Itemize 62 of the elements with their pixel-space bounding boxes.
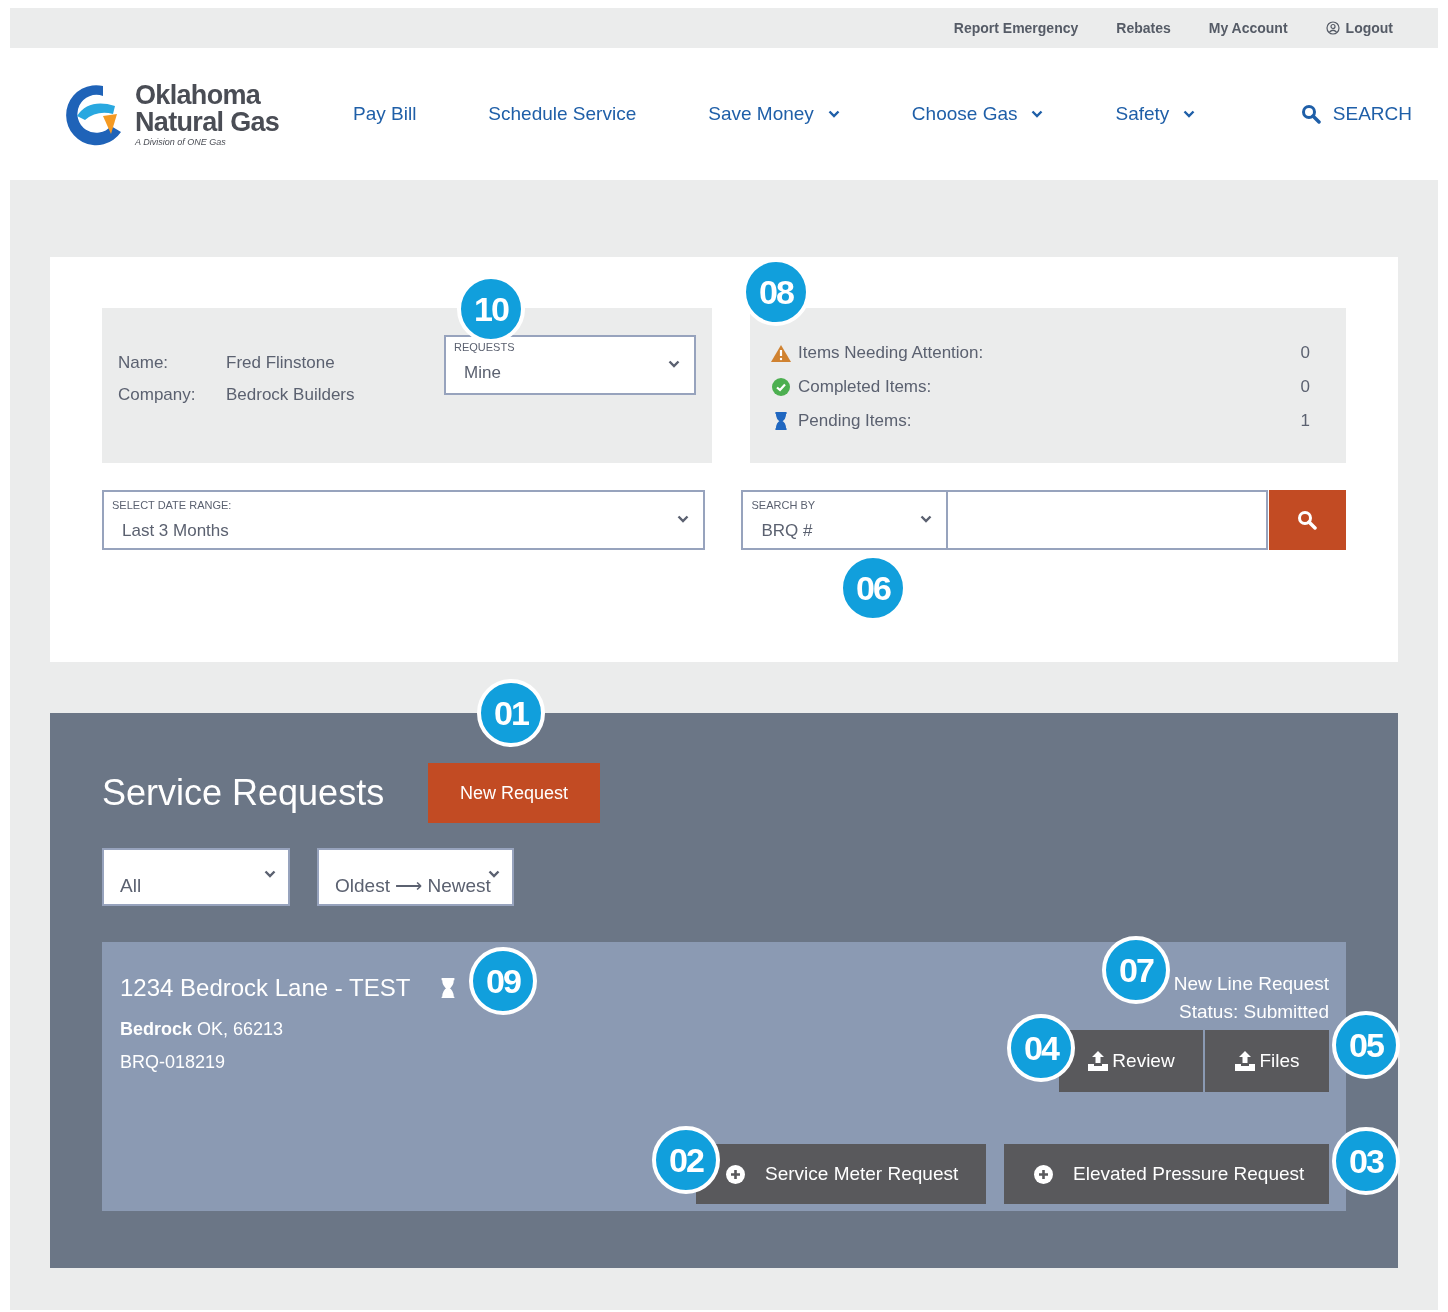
chevron-icon [920,515,933,523]
section-title: Service Requests [102,771,386,815]
select-value: Mine [464,361,501,384]
chevron-icon [264,870,276,878]
warning-icon [771,344,791,362]
utility-link[interactable]: My Account [1208,17,1288,39]
hourglass-icon [774,411,788,431]
logo-text: Natural Gas [135,108,280,136]
requests-select[interactable]: REQUESTS Mine [444,335,696,395]
user-icon [1325,21,1340,35]
hourglass-icon [440,977,457,999]
summary-count: 1 [1300,410,1310,433]
request-address: 1234 Bedrock Lane - TEST [120,973,411,1003]
logo-tagline: A Division of ONE Gas [135,137,227,147]
upload-button[interactable]: Files [1205,1030,1329,1092]
field-value: Fred Flinstone [226,352,336,374]
select-label: REQUESTS [454,340,516,355]
new-request-button[interactable]: New Request [428,763,600,823]
request-type: New Line Request [1173,972,1329,996]
search-field[interactable] [948,490,1268,550]
add-request-button[interactable]: Elevated Pressure Request [1004,1144,1329,1204]
nav-link[interactable]: Save Money [708,99,840,129]
select-label: SELECT DATE RANGE: [112,498,233,513]
plus-circle-icon [1034,1164,1053,1184]
upload-button[interactable]: Review [1059,1030,1203,1092]
chevron-icon [668,360,680,368]
upload-icon [1234,1051,1257,1071]
field-label: Name: [118,352,170,374]
plus-circle-icon [726,1164,745,1184]
select-value: BRQ # [761,519,813,542]
nav-link[interactable]: Pay Bill [353,99,417,129]
nav-link[interactable]: Schedule Service [488,99,637,129]
sort-select[interactable]: Oldest ⟶ Newest [317,848,514,906]
logo-text: Oklahoma [135,81,262,109]
search-icon [1297,510,1318,530]
select-value: Last 3 Months [122,519,229,542]
summary-count: 0 [1300,376,1310,399]
summary-count: 0 [1300,342,1310,365]
summary-label: Items Needing Attention: [798,342,984,365]
field-label: Company: [118,383,197,406]
field-value: Bedrock Builders [226,383,356,406]
date-range-select[interactable]: SELECT DATE RANGE: Last 3 Months [102,490,706,550]
logout-link[interactable]: Logout [1325,17,1393,39]
search-icon [1300,104,1321,124]
upload-icon [1087,1051,1110,1071]
utility-link[interactable]: Report Emergency [953,17,1079,39]
utility-link[interactable]: Rebates [1116,17,1171,39]
check-circle-icon [772,378,790,396]
search-link[interactable]: SEARCH [1300,99,1412,129]
summary-label: Pending Items: [798,410,912,433]
filter-select[interactable]: All [102,848,290,906]
chevron-icon [677,515,690,523]
request-id: BRQ-018219 [120,1051,227,1074]
request-location: Bedrock OK, 66213 [120,1018,285,1041]
nav-link[interactable]: Safety [1115,99,1196,129]
select-label: SEARCH BY [751,498,817,513]
summary-label: Completed Items: [798,376,932,399]
nav-link[interactable]: Choose Gas [911,99,1044,129]
request-status: Status: Submitted [1179,1000,1329,1024]
chevron-icon [488,870,500,878]
search-button[interactable] [1268,490,1346,550]
search-by-select[interactable]: SEARCH BY BRQ # [741,490,949,550]
